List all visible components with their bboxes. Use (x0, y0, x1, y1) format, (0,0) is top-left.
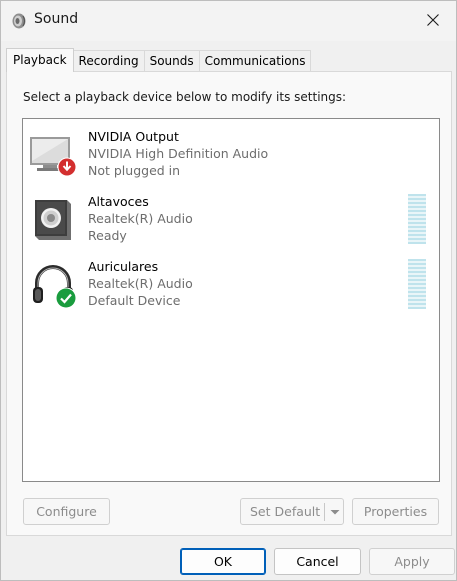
device-name: Altavoces (88, 194, 149, 209)
tab-recording[interactable]: Recording (72, 50, 145, 72)
device-name: Auriculares (88, 259, 159, 274)
device-name: NVIDIA Output (88, 129, 179, 144)
volume-meter (408, 259, 426, 309)
set-default-button[interactable]: Set Default (240, 498, 344, 525)
device-list[interactable]: NVIDIA Output NVIDIA High Definition Aud… (22, 118, 440, 482)
close-button[interactable] (410, 1, 456, 41)
ok-button[interactable]: OK (180, 548, 266, 575)
device-item-altavoces[interactable]: Altavoces Realtek(R) Audio Ready (23, 194, 439, 256)
device-driver: Realtek(R) Audio (88, 276, 193, 291)
speaker-box-icon (29, 196, 77, 244)
device-status: Default Device (88, 293, 181, 308)
tab-strip: Playback Recording Sounds Communications (6, 48, 312, 72)
cancel-button[interactable]: Cancel (274, 548, 361, 575)
device-status: Ready (88, 228, 127, 243)
device-driver: Realtek(R) Audio (88, 211, 193, 226)
volume-meter (408, 194, 426, 244)
close-icon (427, 13, 439, 29)
default-check-icon (55, 287, 77, 312)
tab-communications[interactable]: Communications (198, 50, 312, 72)
device-status: Not plugged in (88, 163, 181, 178)
device-driver: NVIDIA High Definition Audio (88, 146, 269, 161)
device-item-nvidia-output[interactable]: NVIDIA Output NVIDIA High Definition Aud… (23, 129, 439, 191)
set-default-label: Set Default (250, 504, 321, 519)
apply-button[interactable]: Apply (369, 548, 455, 575)
instruction-text: Select a playback device below to modify… (23, 90, 347, 104)
title-bar[interactable]: Sound (1, 1, 456, 41)
speaker-icon (10, 12, 28, 30)
tab-playback[interactable]: Playback (6, 48, 74, 72)
sound-dialog: Sound Playback Recording Sounds Communic… (0, 0, 457, 581)
unplugged-badge-icon (57, 157, 77, 180)
playback-panel: Select a playback device below to modify… (6, 71, 452, 536)
device-item-auriculares[interactable]: Auriculares Realtek(R) Audio Default Dev… (23, 259, 439, 321)
properties-button[interactable]: Properties (352, 498, 439, 525)
window-title: Sound (34, 11, 79, 27)
configure-button[interactable]: Configure (23, 498, 110, 525)
chevron-down-icon[interactable] (329, 506, 341, 518)
tab-sounds[interactable]: Sounds (143, 50, 200, 72)
split-divider (324, 503, 325, 521)
